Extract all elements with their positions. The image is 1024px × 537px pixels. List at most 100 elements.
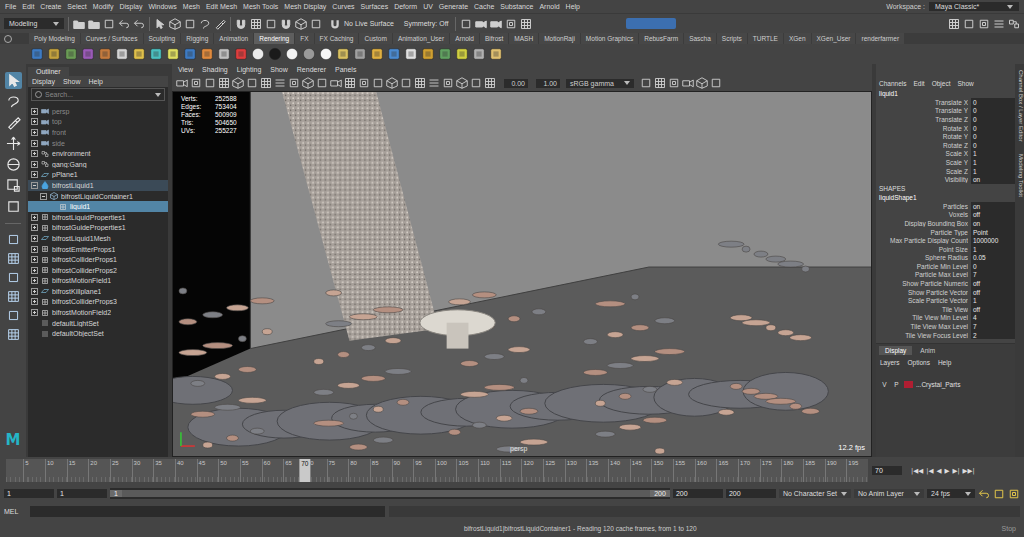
- expand-toggle-icon[interactable]: [31, 277, 38, 284]
- expand-toggle-icon[interactable]: [31, 118, 38, 125]
- square-icon[interactable]: [265, 18, 277, 30]
- expand-toggle-icon[interactable]: [31, 150, 38, 157]
- layer-color-swatch[interactable]: [904, 381, 913, 388]
- menu-item[interactable]: Display: [32, 78, 55, 85]
- menu-item[interactable]: Options: [908, 359, 930, 366]
- playback-button[interactable]: ▶: [944, 467, 949, 475]
- playback-button[interactable]: |◀: [926, 467, 933, 475]
- expand-toggle-icon[interactable]: [31, 140, 38, 147]
- outliner-item[interactable]: bifrostKillplane1: [28, 286, 168, 297]
- channel-row[interactable]: Rotate Z 0: [876, 141, 1015, 150]
- node-icon[interactable]: [358, 77, 370, 89]
- shelf-tab[interactable]: Rigging: [181, 33, 213, 44]
- menu-item[interactable]: Help: [566, 3, 580, 10]
- channel-value[interactable]: 0: [971, 132, 1015, 141]
- magnet-icon[interactable]: [280, 18, 292, 30]
- outliner-item[interactable]: defaultLightSet: [28, 318, 168, 329]
- layer-tab[interactable]: Anim: [914, 346, 941, 355]
- node-icon[interactable]: [1008, 488, 1020, 500]
- outliner-item[interactable]: gang:Gang: [28, 159, 168, 170]
- menu-item[interactable]: Edit: [22, 3, 34, 10]
- camera-icon[interactable]: [330, 77, 342, 89]
- expand-toggle-icon[interactable]: [40, 193, 47, 200]
- shelf-tool-icon[interactable]: [438, 47, 452, 61]
- channel-value[interactable]: 0: [971, 124, 1015, 133]
- shelf-tool-icon[interactable]: [370, 47, 384, 61]
- menu-item[interactable]: UV: [423, 3, 433, 10]
- channel-row[interactable]: Show Particle Numeric off: [876, 279, 1015, 288]
- shelf-tab[interactable]: Scripts: [717, 33, 747, 44]
- square-tool-icon[interactable]: [5, 198, 22, 215]
- channel-value[interactable]: off: [971, 211, 1015, 220]
- expand-toggle-icon[interactable]: [31, 288, 38, 295]
- menu-item[interactable]: Curves: [332, 3, 354, 10]
- channel-row[interactable]: Rotate Y 0: [876, 132, 1015, 141]
- shelf-tool-icon[interactable]: [489, 47, 503, 61]
- channel-row[interactable]: Visibility on: [876, 175, 1015, 184]
- shelf-tool-icon[interactable]: [421, 47, 435, 61]
- outliner-item[interactable]: front: [28, 127, 168, 138]
- expand-toggle-icon[interactable]: [31, 129, 38, 136]
- character-set-dropdown[interactable]: No Character Set: [779, 489, 851, 498]
- shelf-tool-icon[interactable]: [132, 47, 146, 61]
- shelf-tool-icon[interactable]: [200, 47, 214, 61]
- shelf-tool-icon[interactable]: [183, 47, 197, 61]
- channel-value[interactable]: off: [971, 279, 1015, 288]
- menu-item[interactable]: Help: [938, 359, 951, 366]
- shelf-tab[interactable]: Sculpting: [144, 33, 181, 44]
- shelf-tab[interactable]: TURTLE: [748, 33, 783, 44]
- shelf-tool-icon[interactable]: [472, 47, 486, 61]
- playback-button[interactable]: ▶|: [952, 467, 959, 475]
- menu-item[interactable]: Windows: [148, 3, 176, 10]
- shelf-tool-icon[interactable]: [455, 47, 469, 61]
- outliner-item[interactable]: bifrostColliderProps3: [28, 297, 168, 308]
- shelf-tab[interactable]: Bifrost: [480, 33, 508, 44]
- cube-icon[interactable]: [232, 77, 244, 89]
- channel-value[interactable]: 1: [971, 296, 1015, 305]
- cube-icon[interactable]: [295, 18, 307, 30]
- outliner-item[interactable]: bifrostGuideProperties1: [28, 223, 168, 234]
- outliner-item[interactable]: bifrostLiquidProperties1: [28, 212, 168, 223]
- grid-icon[interactable]: [260, 77, 272, 89]
- channel-row[interactable]: Rotate X 0: [876, 124, 1015, 133]
- expand-toggle-icon[interactable]: [31, 267, 38, 274]
- start-frame-field[interactable]: 1: [4, 489, 54, 498]
- shelf-tab[interactable]: MotionRaji: [539, 33, 580, 44]
- node-icon[interactable]: [442, 77, 454, 89]
- playback-button[interactable]: ◀: [936, 467, 941, 475]
- cube-icon[interactable]: [169, 18, 181, 30]
- outliner-item[interactable]: persp: [28, 106, 168, 117]
- script-language-toggle[interactable]: MEL: [4, 508, 26, 515]
- shelf-tool-icon[interactable]: [268, 47, 282, 61]
- expand-toggle-icon[interactable]: [31, 214, 38, 221]
- cube-icon[interactable]: [386, 77, 398, 89]
- folder-icon[interactable]: [73, 18, 85, 30]
- current-frame-field[interactable]: 70: [872, 466, 902, 475]
- channel-value[interactable]: 1: [971, 167, 1015, 176]
- grid-icon[interactable]: [484, 77, 496, 89]
- outliner-item[interactable]: top: [28, 117, 168, 128]
- channel-value[interactable]: 0: [971, 115, 1015, 124]
- channel-row[interactable]: Show Particle Vector off: [876, 288, 1015, 297]
- channel-value[interactable]: 0: [971, 107, 1015, 116]
- cube-icon[interactable]: [302, 77, 314, 89]
- channel-value[interactable]: 0.05: [971, 254, 1015, 263]
- channel-value[interactable]: 2: [971, 331, 1015, 340]
- square-icon[interactable]: [460, 18, 472, 30]
- menu-item[interactable]: Mesh: [183, 3, 200, 10]
- layout-square-icon[interactable]: [6, 270, 21, 285]
- camera-icon[interactable]: [176, 77, 188, 89]
- outliner-item[interactable]: bifrostEmitterProps1: [28, 244, 168, 255]
- shelf-tool-icon[interactable]: [302, 47, 316, 61]
- menu-item[interactable]: Show: [270, 66, 288, 73]
- menu-item[interactable]: Mesh Display: [284, 3, 326, 10]
- set-icon[interactable]: [428, 77, 440, 89]
- menu-item[interactable]: Help: [88, 78, 102, 85]
- lasso-tool-icon[interactable]: [5, 93, 22, 110]
- menu-set-dropdown[interactable]: Modeling: [4, 18, 64, 29]
- menu-item[interactable]: Substance: [500, 3, 533, 10]
- shelf-tool-icon[interactable]: [387, 47, 401, 61]
- outliner-item[interactable]: bifrostColliderProps2: [28, 265, 168, 276]
- shelf-tab[interactable]: Arnold: [450, 33, 479, 44]
- shelf-tool-icon[interactable]: [81, 47, 95, 61]
